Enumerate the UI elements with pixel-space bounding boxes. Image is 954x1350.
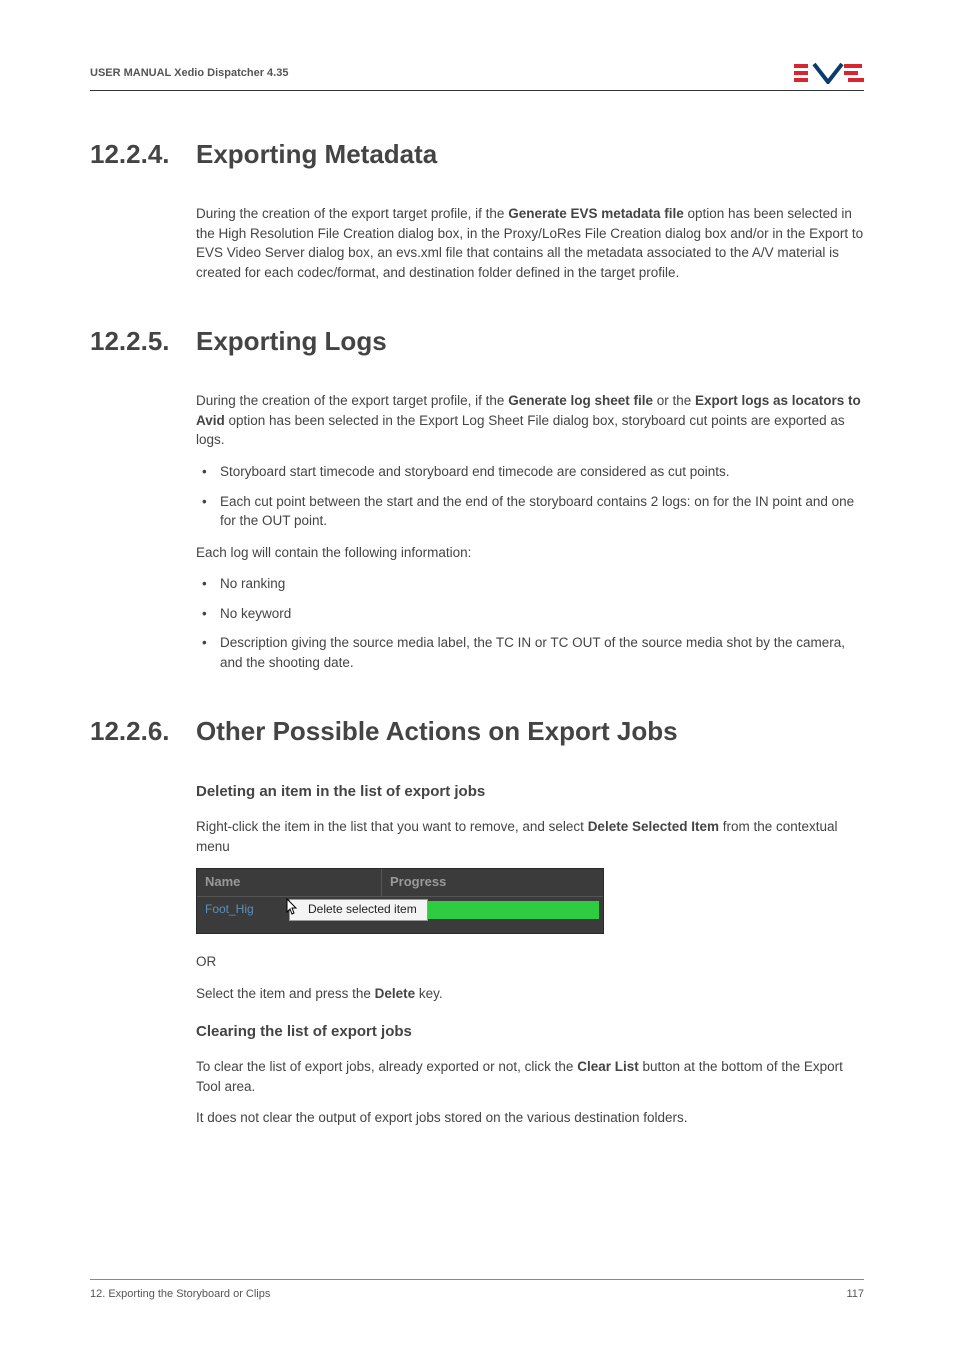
section-number: 12.2.5. [90,326,196,357]
text: Select the item and press the [196,986,375,1001]
text: During the creation of the export target… [196,393,508,408]
column-header-name: Name [197,869,382,896]
table-header-row: Name Progress [197,869,603,897]
text: To clear the list of export jobs, alread… [196,1059,577,1074]
page-header: USER MANUAL Xedio Dispatcher 4.35 [90,62,864,91]
section-number: 12.2.6. [90,716,196,747]
table-row: Foot_Hig Delete selected item [197,897,603,923]
subheading: Deleting an item in the list of export j… [196,781,864,803]
paragraph: Select the item and press the Delete key… [196,984,864,1004]
paragraph: Each log will contain the following info… [196,543,864,563]
text: option has been selected in the Export L… [196,413,845,448]
export-jobs-table: Name Progress Foot_Hig Delete selected i… [196,868,604,934]
section-heading: 12.2.4. Exporting Metadata [90,139,864,170]
section-content: During the creation of the export target… [196,391,864,672]
text: Right-click the item in the list that yo… [196,819,588,834]
text: key. [415,986,443,1001]
header-title: USER MANUAL Xedio Dispatcher 4.35 [90,67,288,79]
page-footer: 12. Exporting the Storyboard or Clips 11… [90,1279,864,1300]
screenshot-delete-item: Name Progress Foot_Hig Delete selected i… [196,868,864,934]
context-menu-item[interactable]: Delete selected item [289,899,428,921]
bullet-list: No ranking No keyword Description giving… [196,574,864,672]
paragraph: During the creation of the export target… [196,391,864,450]
section-title: Exporting Metadata [196,139,437,170]
bullet-list: Storyboard start timecode and storyboard… [196,462,864,531]
footer-chapter: 12. Exporting the Storyboard or Clips [90,1288,270,1300]
progress-bar [428,901,599,919]
text: or the [653,393,695,408]
paragraph: It does not clear the output of export j… [196,1108,864,1128]
section-heading: 12.2.5. Exporting Logs [90,326,864,357]
list-item: Storyboard start timecode and storyboard… [196,462,864,482]
or-label: OR [196,952,864,972]
evs-logo [794,62,864,84]
bold-text: Delete [375,986,416,1001]
paragraph: Right-click the item in the list that yo… [196,817,864,856]
menu-item-label: Delete selected item [308,901,417,918]
bold-text: Generate EVS metadata file [508,206,684,221]
text: During the creation of the export target… [196,206,508,221]
section-title: Exporting Logs [196,326,387,357]
bold-text: Generate log sheet file [508,393,653,408]
list-item: Description giving the source media labe… [196,633,864,672]
column-header-progress: Progress [382,869,603,896]
section-content: Deleting an item in the list of export j… [196,781,864,1127]
paragraph: During the creation of the export target… [196,204,864,282]
bold-text: Delete Selected Item [588,819,719,834]
section-number: 12.2.4. [90,139,196,170]
bold-text: Clear List [577,1059,639,1074]
section-title: Other Possible Actions on Export Jobs [196,716,678,747]
list-item: No keyword [196,604,864,624]
section-heading: 12.2.6. Other Possible Actions on Export… [90,716,864,747]
footer-page-number: 117 [846,1288,864,1300]
cursor-icon [286,898,300,916]
table-padding [197,923,603,933]
section-content: During the creation of the export target… [196,204,864,282]
list-item: Each cut point between the start and the… [196,492,864,531]
row-name-label: Foot_Hig [197,901,289,918]
list-item: No ranking [196,574,864,594]
paragraph: To clear the list of export jobs, alread… [196,1057,864,1096]
subheading: Clearing the list of export jobs [196,1021,864,1043]
